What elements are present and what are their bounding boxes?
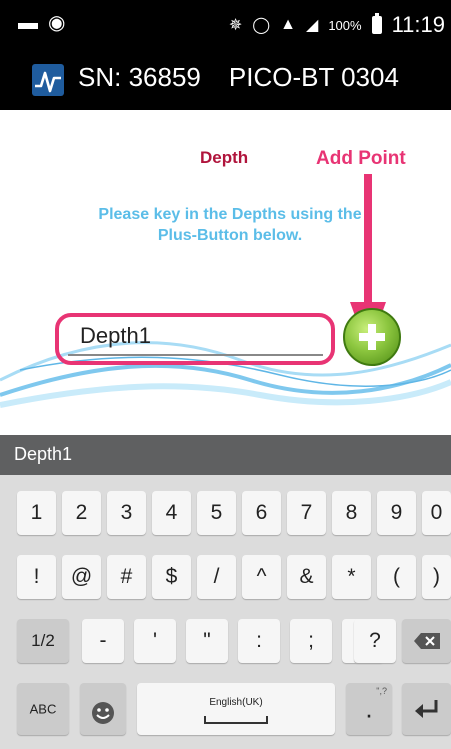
- suggestion-bar[interactable]: Depth1: [0, 435, 451, 475]
- voicemail-icon: ▬: [18, 12, 48, 34]
- key-3[interactable]: 3: [107, 491, 146, 535]
- space-key[interactable]: English(UK): [137, 683, 335, 735]
- system-icons: ✵ ◯ ▲ ◢ 100% 11:19: [229, 12, 445, 38]
- key-question-mark-visible[interactable]: ?: [354, 619, 396, 663]
- space-bar-icon: [204, 716, 268, 724]
- key-9[interactable]: 9: [377, 491, 416, 535]
- wifi-icon: ▲: [280, 16, 297, 33]
- depth-screen: Depth Add Point Please key in the Depths…: [0, 110, 451, 435]
- key-hash[interactable]: #: [107, 555, 146, 599]
- add-point-annotation: Add Point: [316, 148, 406, 169]
- key-at[interactable]: @: [62, 555, 101, 599]
- key-1[interactable]: 1: [17, 491, 56, 535]
- key-asterisk[interactable]: *: [332, 555, 371, 599]
- emoji-key[interactable]: [80, 683, 126, 735]
- key-hyphen[interactable]: -: [82, 619, 124, 663]
- battery-percent: 100%: [328, 17, 362, 33]
- period-key[interactable]: ",? .: [346, 683, 392, 735]
- mute-icon: ◯: [252, 17, 271, 34]
- backspace-key-visible[interactable]: [402, 619, 451, 663]
- enter-key[interactable]: [402, 683, 451, 735]
- suggestion-text[interactable]: Depth1: [14, 444, 72, 465]
- key-4[interactable]: 4: [152, 491, 191, 535]
- clock-icon: ◉: [48, 12, 76, 34]
- app-title: SN: 36859 PICO-BT 0304: [78, 62, 399, 93]
- add-point-button[interactable]: [343, 308, 401, 366]
- key-ampersand[interactable]: &: [287, 555, 326, 599]
- device-name: PICO-BT 0304: [228, 62, 399, 92]
- key-slash[interactable]: /: [197, 555, 236, 599]
- clock-time: 11:19: [391, 12, 445, 37]
- depth-input[interactable]: [68, 318, 323, 356]
- emoji-icon: [92, 702, 114, 724]
- key-apostrophe[interactable]: ': [134, 619, 176, 663]
- key-5[interactable]: 5: [197, 491, 236, 535]
- enter-icon: [415, 700, 438, 718]
- page-toggle-key[interactable]: 1/2: [17, 619, 69, 663]
- abc-key[interactable]: ABC: [17, 683, 69, 735]
- key-0[interactable]: 0: [422, 491, 451, 535]
- key-open-paren[interactable]: (: [377, 555, 416, 599]
- app-bar: SN: 36859 PICO-BT 0304: [0, 50, 451, 110]
- notification-icons: ▬◉: [18, 10, 75, 35]
- key-colon[interactable]: :: [238, 619, 280, 663]
- key-7[interactable]: 7: [287, 491, 326, 535]
- bluetooth-icon: ✵: [228, 17, 243, 34]
- key-caret[interactable]: ^: [242, 555, 281, 599]
- key-6[interactable]: 6: [242, 491, 281, 535]
- key-2[interactable]: 2: [62, 491, 101, 535]
- plus-icon: [359, 324, 385, 350]
- serial-number: SN: 36859: [78, 62, 201, 92]
- battery-icon: [371, 13, 382, 34]
- key-close-paren[interactable]: ): [422, 555, 451, 599]
- phone-screen: ▬◉ ✵ ◯ ▲ ◢ 100% 11:19 SN: 36859 PICO-BT 0…: [0, 0, 451, 749]
- on-screen-keyboard: 1 2 3 4 5 6 7 8 9 0 ! @ # $ / ^ & * ( ) …: [0, 475, 451, 749]
- backspace-icon: [414, 633, 440, 649]
- signal-icon: ◢: [306, 17, 319, 34]
- key-exclamation[interactable]: !: [17, 555, 56, 599]
- status-bar: ▬◉ ✵ ◯ ▲ ◢ 100% 11:19: [0, 0, 451, 50]
- section-heading: Depth: [200, 148, 249, 167]
- key-8[interactable]: 8: [332, 491, 371, 535]
- key-quote[interactable]: ": [186, 619, 228, 663]
- pulse-logo-icon: [32, 64, 64, 96]
- key-dollar[interactable]: $: [152, 555, 191, 599]
- key-semicolon[interactable]: ;: [290, 619, 332, 663]
